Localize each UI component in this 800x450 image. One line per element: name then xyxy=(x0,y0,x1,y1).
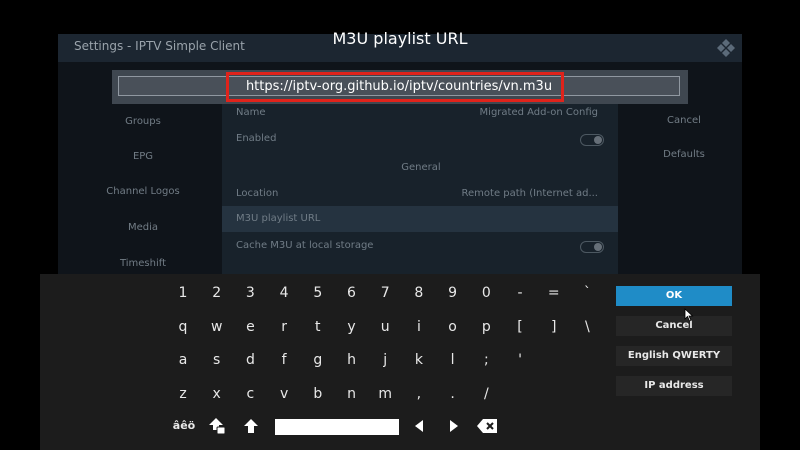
key[interactable]: ` xyxy=(572,281,602,305)
category-channel-logos: Channel Logos xyxy=(106,186,180,197)
symbols-key[interactable]: âêö xyxy=(169,414,199,438)
backspace-icon xyxy=(477,419,497,433)
caps-lock-icon xyxy=(209,418,226,435)
enabled-toggle xyxy=(580,134,604,146)
setting-label: Enabled xyxy=(236,133,277,144)
cache-toggle xyxy=(580,241,604,253)
setting-value: Remote path (Internet ad... xyxy=(461,188,598,199)
mouse-pointer-icon xyxy=(684,308,694,322)
key[interactable]: v xyxy=(269,382,299,406)
key[interactable]: g xyxy=(303,348,333,372)
key[interactable]: 1 xyxy=(168,281,198,305)
caps-lock-key[interactable] xyxy=(203,414,231,438)
ok-button[interactable]: OK xyxy=(616,286,732,306)
setting-row-cache: Cache M3U at local storage xyxy=(236,240,606,251)
key[interactable]: 8 xyxy=(404,281,434,305)
ip-address-button[interactable]: IP address xyxy=(616,376,732,396)
key[interactable]: 3 xyxy=(235,281,265,305)
setting-row-enabled: Enabled xyxy=(236,133,606,144)
key[interactable]: w xyxy=(202,315,232,339)
shift-icon xyxy=(244,419,258,433)
key[interactable]: 6 xyxy=(337,281,367,305)
cursor-right-key[interactable] xyxy=(440,414,468,438)
key[interactable]: 0 xyxy=(471,281,501,305)
key[interactable]: \ xyxy=(572,315,602,339)
setting-label: Location xyxy=(236,188,279,199)
dialog-heading: M3U playlist URL xyxy=(332,29,468,48)
key[interactable]: m xyxy=(370,382,400,406)
arrow-right-icon xyxy=(450,420,458,432)
key[interactable]: j xyxy=(370,348,400,372)
key[interactable]: s xyxy=(202,348,232,372)
key[interactable]: o xyxy=(438,315,468,339)
key[interactable]: 4 xyxy=(269,281,299,305)
key[interactable]: = xyxy=(539,281,569,305)
key[interactable]: b xyxy=(303,382,333,406)
key[interactable]: . xyxy=(438,382,468,406)
key[interactable]: 9 xyxy=(438,281,468,305)
url-highlight-outline xyxy=(226,72,564,102)
key[interactable]: d xyxy=(235,348,265,372)
key[interactable]: t xyxy=(303,315,333,339)
key[interactable]: 5 xyxy=(303,281,333,305)
key[interactable]: / xyxy=(471,382,501,406)
category-epg: EPG xyxy=(132,151,154,162)
key[interactable]: [ xyxy=(505,315,535,339)
background-cancel-button: Cancel xyxy=(667,115,701,126)
category-timeshift: Timeshift xyxy=(119,258,167,269)
setting-row-location: Location Remote path (Internet ad... xyxy=(236,188,606,199)
key[interactable]: z xyxy=(168,382,198,406)
key[interactable]: l xyxy=(438,348,468,372)
key[interactable]: h xyxy=(337,348,367,372)
key[interactable]: c xyxy=(235,382,265,406)
setting-row-name: Name Migrated Add-on Config xyxy=(236,107,606,118)
arrow-left-icon xyxy=(415,420,423,432)
backspace-key[interactable] xyxy=(473,414,501,438)
cancel-button[interactable]: Cancel xyxy=(616,316,732,336)
key[interactable]: , xyxy=(404,382,434,406)
key[interactable]: k xyxy=(404,348,434,372)
setting-label: M3U playlist URL xyxy=(236,213,321,224)
key[interactable]: q xyxy=(168,315,198,339)
key[interactable]: u xyxy=(370,315,400,339)
key[interactable]: e xyxy=(235,315,265,339)
setting-value: Migrated Add-on Config xyxy=(479,107,598,118)
key[interactable]: x xyxy=(202,382,232,406)
setting-label: Name xyxy=(236,107,266,118)
keyboard-layout-button[interactable]: English QWERTY xyxy=(616,346,732,366)
key[interactable]: n xyxy=(337,382,367,406)
setting-label: Cache M3U at local storage xyxy=(236,240,374,251)
shift-key[interactable] xyxy=(237,414,265,438)
key[interactable]: p xyxy=(471,315,501,339)
category-groups: Groups xyxy=(125,116,161,127)
space-key[interactable] xyxy=(275,419,399,435)
key[interactable]: - xyxy=(505,281,535,305)
key[interactable]: i xyxy=(404,315,434,339)
key[interactable]: a xyxy=(168,348,198,372)
setting-section-general: General xyxy=(401,162,441,173)
background-defaults-button: Defaults xyxy=(663,149,705,160)
category-media: Media xyxy=(127,222,159,233)
key[interactable]: r xyxy=(269,315,299,339)
key[interactable]: 2 xyxy=(202,281,232,305)
key[interactable]: 7 xyxy=(370,281,400,305)
key[interactable]: f xyxy=(269,348,299,372)
key[interactable]: ] xyxy=(539,315,569,339)
cursor-left-key[interactable] xyxy=(405,414,433,438)
key[interactable]: ' xyxy=(505,348,535,372)
key[interactable]: ; xyxy=(471,348,501,372)
setting-row-m3u-url: M3U playlist URL xyxy=(236,213,606,224)
key[interactable]: y xyxy=(337,315,367,339)
